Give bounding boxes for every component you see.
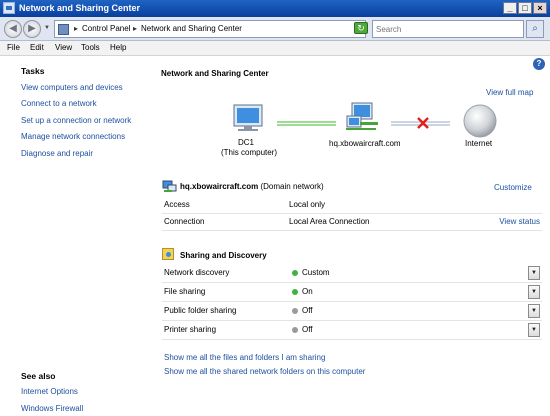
minimize-button[interactable]: _ [503,2,517,14]
computer-subtitle: (This computer) [221,148,278,157]
breadcrumb-separator-icon: ▸ [74,24,79,33]
status-on-icon [292,289,298,295]
tasks-heading: Tasks [21,66,45,76]
network-name: hq.xbowaircraft.com (Domain network) [180,182,324,191]
maximize-button[interactable]: □ [518,2,532,14]
public-folder-sharing-row: Public folder sharing Off ▼ [162,302,542,321]
task-diagnose-repair[interactable]: Diagnose and repair [21,149,93,158]
connection-label: Connection [164,217,205,226]
domain-network-icon [162,180,177,192]
customize-link[interactable]: Customize [494,183,532,192]
menu-edit[interactable]: Edit [30,43,44,52]
disconnected-x-icon[interactable] [417,117,429,129]
internet-label: Internet [465,139,493,148]
recent-pages-dropdown[interactable]: ▼ [44,25,50,31]
refresh-button[interactable]: ↻ [354,22,368,34]
search-icon[interactable]: ⌕ [526,20,544,38]
task-setup-connection[interactable]: Set up a connection or network [21,116,131,125]
task-connect-network[interactable]: Connect to a network [21,99,97,108]
network-name-label: hq.xbowaircraft.com [329,139,401,148]
public-folder-sharing-value: Off [302,306,313,315]
forward-button[interactable]: ▶ [23,20,41,38]
connection-row: Connection Local Area Connection View st… [162,214,542,231]
status-on-icon [292,270,298,276]
title-bar: Network and Sharing Center _ □ × [0,0,550,17]
expand-public-folder-sharing-button[interactable]: ▼ [528,304,540,318]
expand-file-sharing-button[interactable]: ▼ [528,285,540,299]
close-button[interactable]: × [533,2,547,14]
task-manage-connections[interactable]: Manage network connections [21,132,125,141]
see-also-heading: See also [21,371,56,381]
connection-line-local [277,121,336,126]
view-status-link[interactable]: View status [499,217,540,226]
breadcrumb-control-panel[interactable]: Control Panel [82,24,130,33]
printer-sharing-row: Printer sharing Off ▼ [162,321,542,340]
expand-network-discovery-button[interactable]: ▼ [528,266,540,280]
breadcrumb-current[interactable]: Network and Sharing Center [141,24,242,33]
file-sharing-row: File sharing On ▼ [162,283,542,302]
main-content: ? Network and Sharing Center View full m… [150,56,550,416]
file-sharing-label: File sharing [164,287,206,296]
menu-help[interactable]: Help [110,43,126,52]
file-sharing-value: On [302,287,313,296]
menu-tools[interactable]: Tools [81,43,100,52]
printer-sharing-label: Printer sharing [164,325,217,334]
connection-value: Local Area Connection [289,217,370,226]
network-icon[interactable] [346,102,378,130]
network-map [233,102,497,138]
see-also-windows-firewall[interactable]: Windows Firewall [21,404,83,413]
network-name-bold: hq.xbowaircraft.com [180,182,259,191]
public-folder-sharing-label: Public folder sharing [164,306,237,315]
internet-globe-icon[interactable] [463,104,497,138]
sharing-discovery-title: Sharing and Discovery [180,251,267,260]
window-title: Network and Sharing Center [19,3,141,13]
control-panel-icon [58,24,69,35]
computer-name: DC1 [238,138,255,147]
menu-bar: File Edit View Tools Help [0,41,550,56]
network-discovery-label: Network discovery [164,268,230,277]
network-type: (Domain network) [260,182,324,191]
sharing-discovery-icon [162,248,174,260]
breadcrumb[interactable]: ▸ Control Panel ▸ Network and Sharing Ce… [54,20,403,38]
show-shared-files-link[interactable]: Show me all the files and folders I am s… [164,353,325,362]
back-button[interactable]: ◀ [4,20,22,38]
access-row: Access Local only [162,197,542,214]
show-shared-folders-link[interactable]: Show me all the shared network folders o… [164,367,365,376]
printer-sharing-value: Off [302,325,313,334]
status-off-icon [292,327,298,333]
search-box[interactable] [372,20,524,38]
search-input[interactable] [376,22,516,36]
address-bar: ◀ ▶ ▼ ▸ Control Panel ▸ Network and Shar… [0,17,550,41]
access-label: Access [164,200,190,209]
access-value: Local only [289,200,326,209]
task-view-computers[interactable]: View computers and devices [21,83,123,92]
status-off-icon [292,308,298,314]
menu-view[interactable]: View [55,43,72,52]
menu-file[interactable]: File [7,43,20,52]
network-discovery-row: Network discovery Custom ▼ [162,264,542,283]
expand-printer-sharing-button[interactable]: ▼ [528,323,540,337]
see-also-internet-options[interactable]: Internet Options [21,387,78,396]
breadcrumb-separator-icon: ▸ [133,24,138,33]
computer-icon[interactable] [233,104,263,131]
tasks-pane: Tasks View computers and devices Connect… [0,56,150,416]
network-discovery-value: Custom [302,268,330,277]
network-center-icon [3,2,15,14]
